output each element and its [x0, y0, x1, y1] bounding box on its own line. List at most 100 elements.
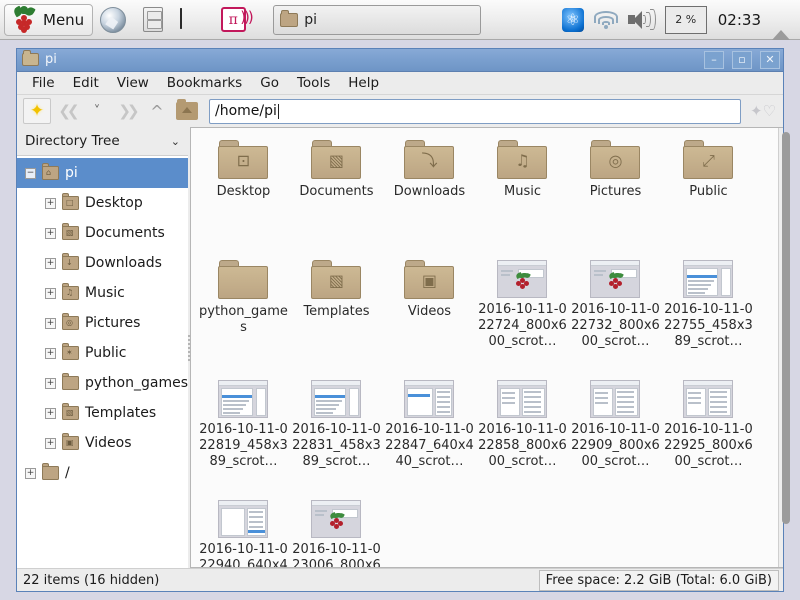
- image-thumbnail: [497, 260, 548, 299]
- menu-go[interactable]: Go: [251, 72, 288, 94]
- up-arrow-icon[interactable]: ^: [143, 98, 171, 124]
- file-item[interactable]: ♫ Music: [476, 136, 569, 256]
- free-space-label: Free space: 2.2 GiB (Total: 6.0 GiB): [538, 569, 779, 591]
- file-item[interactable]: ⤢ Public: [662, 136, 755, 256]
- tree-item-Videos[interactable]: + ▣ Videos: [17, 428, 188, 458]
- tree-item-label: pi: [65, 165, 78, 182]
- tree-expander[interactable]: +: [45, 227, 56, 239]
- statusbar: 22 items (16 hidden) Free space: 2.2 GiB…: [17, 568, 783, 591]
- clock[interactable]: 02:33: [716, 11, 763, 29]
- menu-edit[interactable]: Edit: [64, 72, 108, 94]
- volume-icon[interactable]: [627, 8, 656, 31]
- tree-item-Music[interactable]: + ♫ Music: [17, 278, 188, 308]
- star-icon[interactable]: ✦: [23, 98, 51, 125]
- eject-icon[interactable]: [772, 10, 792, 40]
- close-button[interactable]: ✕: [760, 50, 780, 69]
- window-titlebar[interactable]: pi – ▫ ✕: [17, 49, 783, 72]
- file-item[interactable]: 2016-10-11-022831_458x389_scrot…: [290, 376, 383, 496]
- terminal-icon: [178, 4, 208, 36]
- tree-expander[interactable]: +: [25, 467, 36, 479]
- folder-icon: ⤵: [404, 140, 455, 180]
- directory-tree-header[interactable]: Directory Tree ⌄: [17, 127, 188, 157]
- cpu-usage-monitor[interactable]: 2 %: [664, 5, 707, 34]
- file-item-label: Public: [689, 184, 728, 200]
- file-item[interactable]: python_games: [197, 256, 290, 376]
- bluetooth-icon[interactable]: ⚛: [561, 7, 584, 32]
- file-item-label: 2016-10-11-022909_800x600_scrot…: [571, 422, 660, 470]
- file-item[interactable]: 2016-10-11-022858_800x600_scrot…: [476, 376, 569, 496]
- chevron-down-icon[interactable]: ˅: [83, 98, 111, 124]
- toolbar: ✦ ❮❮ ˅ ❯❯ ^ /home/pi ✦♡: [17, 95, 783, 128]
- path-input[interactable]: /home/pi: [209, 98, 741, 124]
- wifi-icon[interactable]: [593, 10, 619, 30]
- go-icon[interactable]: ✦♡: [749, 98, 777, 124]
- tree-expander[interactable]: +: [45, 197, 56, 209]
- file-item[interactable]: 2016-10-11-022940_640x440_scrot…: [197, 496, 290, 567]
- tree-expander[interactable]: +: [45, 437, 56, 449]
- file-item[interactable]: ◎ Pictures: [569, 136, 662, 256]
- mathematica-icon: π ))): [218, 4, 254, 36]
- tree-item-python_games[interactable]: + python_games: [17, 368, 188, 398]
- menu-bookmarks[interactable]: Bookmarks: [158, 72, 251, 94]
- file-item-label: Downloads: [393, 184, 466, 200]
- raspberry-menu-icon: [9, 4, 39, 36]
- taskbar-window-button-pi[interactable]: pi: [273, 4, 482, 35]
- menu-view[interactable]: View: [108, 72, 158, 94]
- file-item[interactable]: 2016-10-11-022732_800x600_scrot…: [569, 256, 662, 376]
- launcher-file-manager[interactable]: [133, 4, 173, 36]
- chevron-down-icon[interactable]: ⌄: [171, 135, 180, 148]
- tree-expander[interactable]: +: [45, 407, 56, 419]
- menu-file[interactable]: File: [23, 72, 64, 94]
- tree-expander[interactable]: +: [45, 347, 56, 359]
- file-item-label: 2016-10-11-022831_458x389_scrot…: [292, 422, 381, 470]
- menu-help[interactable]: Help: [339, 72, 388, 94]
- file-item[interactable]: 2016-10-11-022847_640x440_scrot…: [383, 376, 476, 496]
- tree-item-Templates[interactable]: + ▧ Templates: [17, 398, 188, 428]
- home-folder-icon[interactable]: [173, 98, 201, 124]
- tree-expander[interactable]: +: [45, 257, 56, 269]
- maximize-button[interactable]: ▫: [732, 50, 752, 69]
- menu-tools[interactable]: Tools: [288, 72, 339, 94]
- scrollbar-thumb[interactable]: [781, 132, 790, 525]
- forward-arrow-icon[interactable]: ❯❯: [113, 98, 141, 124]
- folder-icon: [42, 463, 59, 481]
- file-item[interactable]: 2016-10-11-022724_800x600_scrot…: [476, 256, 569, 376]
- file-item[interactable]: ▣ Videos: [383, 256, 476, 376]
- image-thumbnail: [218, 380, 269, 419]
- file-item[interactable]: ▧ Templates: [290, 256, 383, 376]
- tree-item-Documents[interactable]: + ▧ Documents: [17, 218, 188, 248]
- file-item-label: 2016-10-11-022724_800x600_scrot…: [478, 302, 567, 350]
- desktop-folder-icon: □: [62, 193, 79, 211]
- file-item[interactable]: ⤵ Downloads: [383, 136, 476, 256]
- tree-item-Desktop[interactable]: + □ Desktop: [17, 188, 188, 218]
- file-list-pane[interactable]: ⊡ Desktop ▧ Documents ⤵ Downloads ♫ Music ◎ Pictu…: [190, 128, 778, 568]
- file-item[interactable]: 2016-10-11-022909_800x600_scrot…: [569, 376, 662, 496]
- tree-item-Pictures[interactable]: + ◎ Pictures: [17, 308, 188, 338]
- launcher-mathematica[interactable]: π ))): [213, 4, 259, 36]
- tree-expander[interactable]: +: [45, 377, 56, 389]
- file-item[interactable]: 2016-10-11-022925_800x600_scrot…: [662, 376, 755, 496]
- folder-icon: [62, 373, 79, 391]
- tree-expander[interactable]: −: [25, 167, 36, 179]
- folder-icon: ⤢: [683, 140, 734, 180]
- back-arrow-icon[interactable]: ❮❮: [53, 98, 81, 124]
- file-item[interactable]: ▧ Documents: [290, 136, 383, 256]
- launcher-terminal[interactable]: [173, 4, 213, 36]
- text-caret: [277, 103, 279, 119]
- tree-expander[interactable]: +: [45, 317, 56, 329]
- tree-item-[interactable]: + /: [17, 458, 188, 488]
- file-item[interactable]: 2016-10-11-022755_458x389_scrot…: [662, 256, 755, 376]
- file-item[interactable]: 2016-10-11-022819_458x389_scrot…: [197, 376, 290, 496]
- window-body: Directory Tree ⌄ − ⌂ pi + □ Desktop + ▧ Document…: [17, 127, 790, 569]
- vertical-scrollbar[interactable]: [777, 128, 790, 568]
- file-item[interactable]: ⊡ Desktop: [197, 136, 290, 256]
- tree-item-Downloads[interactable]: + ↓ Downloads: [17, 248, 188, 278]
- launcher-web-browser[interactable]: [93, 4, 133, 36]
- minimize-button[interactable]: –: [704, 50, 724, 69]
- file-manager-window: pi – ▫ ✕ File Edit View Bookmarks Go Too…: [16, 48, 790, 592]
- tree-item-Public[interactable]: + ✶ Public: [17, 338, 188, 368]
- file-item[interactable]: 2016-10-11-023006_800x600_scrot…: [290, 496, 383, 567]
- tree-item-pi[interactable]: − ⌂ pi: [17, 158, 188, 189]
- tree-expander[interactable]: +: [45, 287, 56, 299]
- raspberry-menu-button[interactable]: Menu: [4, 3, 94, 36]
